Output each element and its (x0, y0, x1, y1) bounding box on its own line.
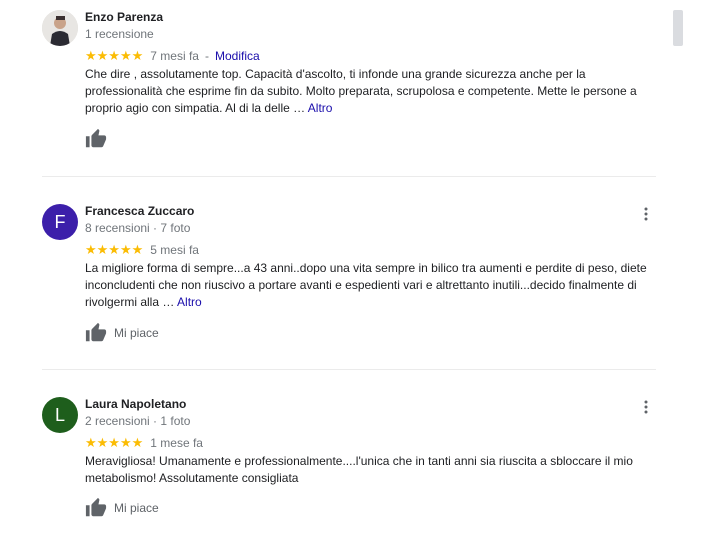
review-card: L Laura Napoletano 2 recensioni · 1 foto… (42, 397, 662, 527)
reviewer-name[interactable]: Francesca Zuccaro (85, 204, 194, 218)
reviewer-name[interactable]: Enzo Parenza (85, 10, 163, 24)
avatar[interactable]: F (42, 204, 78, 240)
review-text: Meravigliosa! Umanamente e professionalm… (85, 453, 665, 487)
review-time: 1 mese fa (150, 436, 203, 450)
avatar-initial: F (54, 211, 66, 232)
divider (42, 176, 656, 177)
star-rating: ★★★★★ (85, 242, 144, 257)
rating-row: ★★★★★ 7 mesi fa - Modifica (85, 48, 260, 64)
reviewer-meta: 8 recensioni · 7 foto (85, 221, 191, 235)
profile-photo-icon (42, 10, 78, 46)
review-card: Enzo Parenza 1 recensione ★★★★★ 7 mesi f… (42, 10, 662, 150)
like-label: Mi piace (114, 326, 159, 340)
star-rating: ★★★★★ (85, 435, 144, 450)
avatar[interactable]: L (42, 397, 78, 433)
thumbs-up-icon (85, 128, 107, 148)
like-button[interactable] (85, 128, 114, 150)
read-more-link[interactable]: Altro (308, 101, 333, 115)
like-button[interactable]: Mi piace (85, 322, 159, 344)
vertical-dots-icon (644, 207, 648, 221)
read-more-link[interactable]: Altro (177, 295, 202, 309)
divider (42, 369, 656, 370)
reviewer-meta: 1 recensione (85, 27, 154, 41)
more-options-button[interactable] (636, 204, 656, 224)
review-text: Che dire , assolutamente top. Capacità d… (85, 66, 665, 117)
review-body: La migliore forma di sempre...a 43 anni.… (85, 261, 647, 309)
like-button[interactable]: Mi piace (85, 497, 159, 519)
review-text: La migliore forma di sempre...a 43 anni.… (85, 260, 665, 311)
reviewer-meta: 2 recensioni · 1 foto (85, 414, 191, 428)
like-label: Mi piace (114, 501, 159, 515)
avatar[interactable] (42, 10, 78, 46)
star-rating: ★★★★★ (85, 48, 144, 63)
review-time: 7 mesi fa (150, 49, 199, 63)
more-options-button[interactable] (636, 397, 656, 417)
separator: - (204, 49, 209, 63)
review-time: 5 mesi fa (150, 243, 199, 257)
thumbs-up-icon (85, 322, 107, 342)
rating-row: ★★★★★ 5 mesi fa (85, 242, 199, 258)
edit-review-link[interactable]: Modifica (215, 49, 260, 63)
review-card: F Francesca Zuccaro 8 recensioni · 7 fot… (42, 204, 662, 344)
thumbs-up-icon (85, 497, 107, 517)
scrollbar-thumb[interactable] (673, 10, 683, 46)
review-body: Che dire , assolutamente top. Capacità d… (85, 67, 637, 115)
review-body: Meravigliosa! Umanamente e professionalm… (85, 454, 633, 485)
vertical-dots-icon (644, 400, 648, 414)
reviewer-name[interactable]: Laura Napoletano (85, 397, 186, 411)
rating-row: ★★★★★ 1 mese fa (85, 435, 203, 451)
avatar-initial: L (54, 404, 65, 425)
